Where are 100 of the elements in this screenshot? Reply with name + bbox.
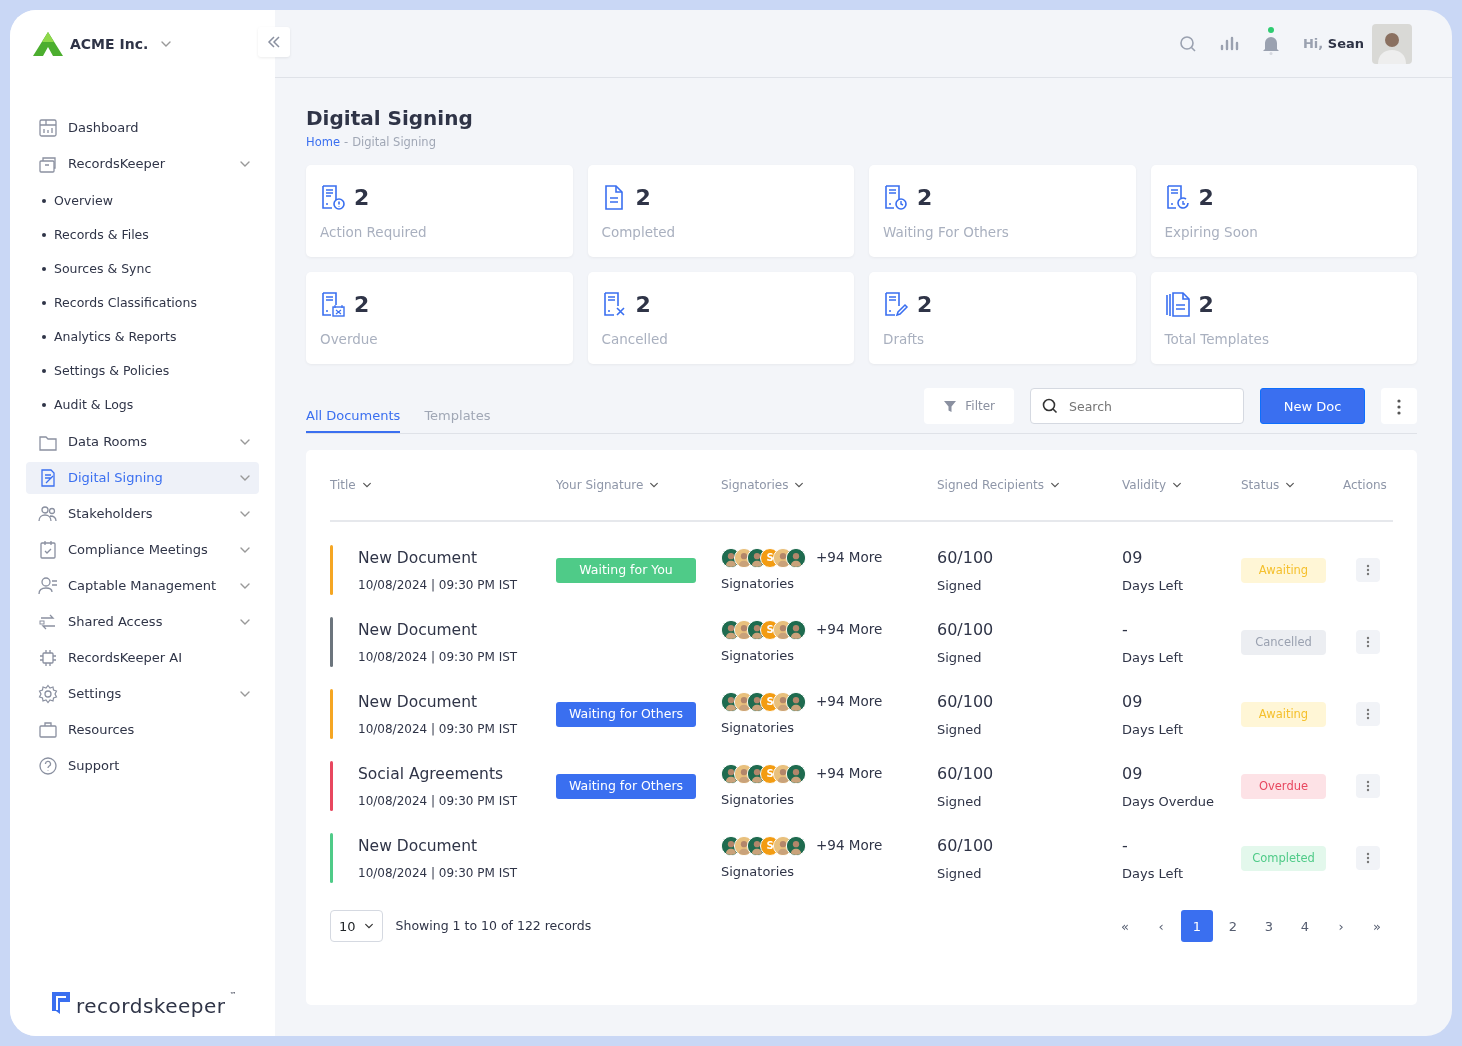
- page-size-select[interactable]: 10: [330, 910, 383, 943]
- validity-value: 09: [1122, 762, 1144, 785]
- page-title: Digital Signing: [306, 106, 474, 130]
- next-page-button[interactable]: ›: [1325, 910, 1357, 943]
- more-signatories[interactable]: +94 More: [816, 691, 883, 712]
- submenu-item[interactable]: Audit & Logs: [26, 388, 259, 422]
- bar-chart-icon: [1218, 34, 1239, 53]
- status-badge: Awaiting: [1241, 701, 1326, 727]
- sidebar-item[interactable]: Compliance Meetings: [26, 534, 259, 566]
- signed-count: 60/100: [937, 834, 995, 857]
- status-badge: Completed: [1241, 845, 1326, 871]
- signature-status: Waiting for Others: [556, 701, 696, 727]
- row-actions-button[interactable]: [1356, 702, 1380, 727]
- submenu-item[interactable]: Analytics & Reports: [26, 320, 259, 354]
- sidebar-item[interactable]: RecordsKeeper: [26, 148, 259, 180]
- validity-label: Days Overdue: [1122, 792, 1216, 811]
- validity-label: Days Left: [1122, 864, 1185, 883]
- sidebar-item[interactable]: Digital Signing: [26, 462, 259, 494]
- people-icon: [38, 504, 58, 524]
- stat-label: Drafts: [883, 330, 926, 350]
- sidebar-item[interactable]: RecordsKeeper AI: [26, 642, 259, 674]
- more-options-button[interactable]: [1381, 388, 1417, 425]
- signed-label: Signed: [937, 648, 983, 667]
- user-avatar[interactable]: [1372, 23, 1412, 64]
- stat-value: 2: [635, 184, 651, 213]
- signatories-label: Signatories: [721, 718, 796, 737]
- document-title: New Document: [358, 691, 479, 713]
- sidebar-item[interactable]: Shared Access: [26, 606, 259, 638]
- breadcrumb-link[interactable]: Home: [306, 134, 340, 152]
- stat-label: Action Required: [320, 223, 428, 243]
- submenu-item[interactable]: Overview: [26, 184, 259, 218]
- submenu-item[interactable]: Settings & Policies: [26, 354, 259, 388]
- kebab-icon: [1397, 398, 1401, 415]
- kebab-icon: [1366, 636, 1370, 649]
- document-title: New Document: [358, 619, 479, 641]
- signatories-label: Signatories: [721, 790, 796, 809]
- stat-value: 2: [1198, 291, 1214, 320]
- row-actions-button[interactable]: [1356, 846, 1380, 871]
- document-date: 10/08/2024 | 09:30 PM IST: [358, 864, 518, 882]
- document-date: 10/08/2024 | 09:30 PM IST: [358, 720, 518, 738]
- stat-value: 2: [354, 291, 370, 320]
- signed-count: 60/100: [937, 546, 995, 569]
- settings-icon: [38, 684, 58, 704]
- document-icon: [601, 290, 628, 319]
- sidebar-item[interactable]: Captable Management: [26, 570, 259, 602]
- filter-icon: [943, 399, 958, 414]
- stat-label: Waiting For Others: [883, 223, 1010, 243]
- brand-icon: [50, 990, 72, 1016]
- signed-count: 60/100: [937, 690, 995, 713]
- signed-label: Signed: [937, 792, 983, 811]
- last-page-button[interactable]: »: [1361, 910, 1393, 943]
- tab[interactable]: All Documents: [306, 405, 401, 434]
- brand-name: recordskeeper: [76, 996, 226, 1016]
- row-actions-button[interactable]: [1356, 558, 1380, 583]
- logo-icon: [32, 31, 64, 57]
- submenu-item[interactable]: Records & Files: [26, 218, 259, 252]
- row-actions-button[interactable]: [1356, 630, 1380, 655]
- validity-label: Days Left: [1122, 720, 1185, 739]
- signing-document-icon: [38, 468, 58, 488]
- page-button[interactable]: 1: [1181, 910, 1213, 943]
- stat-label: Cancelled: [601, 330, 669, 350]
- greeting-text: Hi, Sean: [1302, 34, 1364, 53]
- document-icon: [883, 290, 909, 319]
- status-badge: Awaiting: [1241, 557, 1326, 583]
- kebab-icon: [1366, 852, 1370, 865]
- page-button[interactable]: 4: [1289, 910, 1321, 943]
- signed-count: 60/100: [937, 618, 995, 641]
- stat-label: Completed: [601, 223, 677, 243]
- first-page-button[interactable]: «: [1109, 910, 1141, 943]
- more-signatories[interactable]: +94 More: [816, 619, 883, 640]
- more-signatories[interactable]: +94 More: [816, 763, 883, 784]
- row-actions-button[interactable]: [1356, 774, 1380, 799]
- page-button[interactable]: 2: [1217, 910, 1249, 943]
- page-button[interactable]: 3: [1253, 910, 1285, 943]
- collapse-sidebar-button[interactable]: [258, 27, 290, 57]
- sidebar-item[interactable]: Stakeholders: [26, 498, 259, 530]
- search-field[interactable]: Search: [1030, 388, 1244, 425]
- sidebar-item[interactable]: Data Rooms: [26, 426, 259, 458]
- stat-value: 2: [917, 291, 933, 320]
- submenu-item[interactable]: Sources & Sync: [26, 252, 259, 286]
- breadcrumb-text: -: [343, 134, 349, 151]
- document-icon: [1164, 183, 1191, 212]
- document-icon: [320, 290, 346, 319]
- more-signatories[interactable]: +94 More: [816, 835, 883, 856]
- status-badge: Overdue: [1241, 773, 1326, 799]
- document-title: New Document: [358, 835, 479, 857]
- signed-count: 60/100: [937, 762, 995, 785]
- org-name[interactable]: ACME Inc.: [70, 33, 149, 55]
- sidebar-item[interactable]: Dashboard: [26, 112, 259, 144]
- validity-value: 09: [1122, 690, 1144, 713]
- more-signatories[interactable]: +94 More: [816, 547, 883, 568]
- sidebar-item[interactable]: Resources: [26, 714, 259, 746]
- new-doc-button[interactable]: New Doc: [1260, 388, 1365, 425]
- submenu-item[interactable]: Records Classifications: [26, 286, 259, 320]
- stat-value: 2: [917, 184, 933, 213]
- validity-label: Days Left: [1122, 576, 1185, 595]
- kebab-icon: [1366, 780, 1370, 793]
- sidebar-item[interactable]: Settings: [26, 678, 259, 710]
- sidebar-item[interactable]: Support: [26, 750, 259, 782]
- previous-page-button[interactable]: ‹: [1145, 910, 1177, 943]
